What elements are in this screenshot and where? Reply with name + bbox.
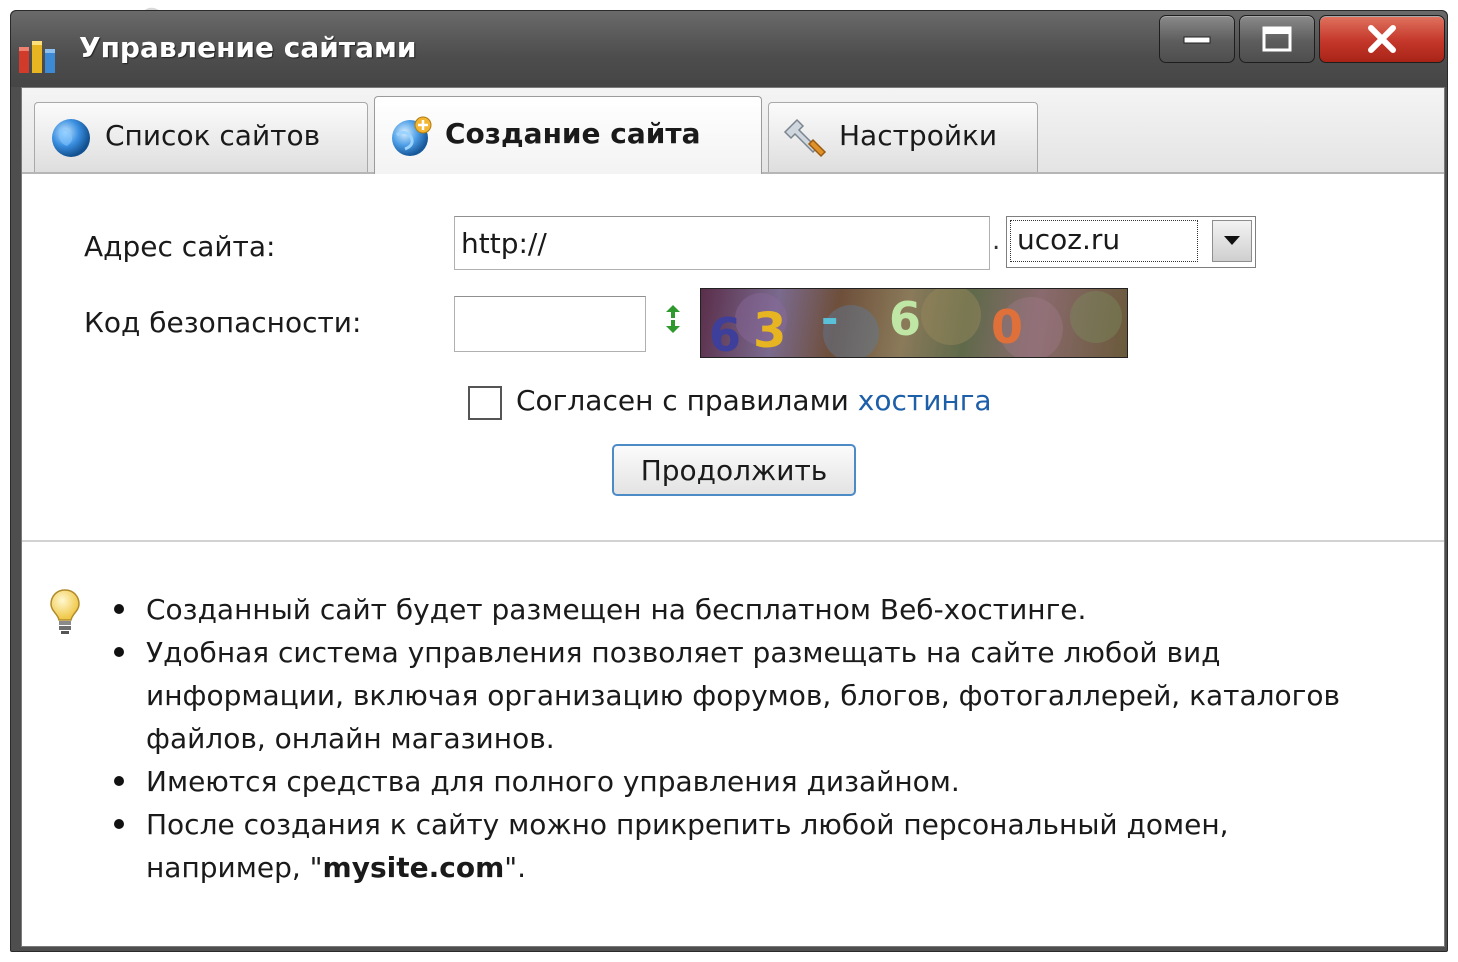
info-item-custom-domain-suffix: ". bbox=[504, 851, 527, 884]
title-bar[interactable]: Управление сайтами bbox=[11, 11, 1447, 87]
info-item-cms-features: Удобная система управления позволяет раз… bbox=[110, 631, 1350, 760]
info-item-custom-domain-prefix: После создания к сайту можно прикрепить … bbox=[146, 808, 1229, 884]
svg-text:0: 0 bbox=[991, 300, 1023, 354]
agree-label: Согласен с правилами хостинга bbox=[516, 384, 992, 417]
tab-settings-label: Настройки bbox=[839, 119, 998, 152]
info-item-design-control: Имеются средства для полного управления … bbox=[110, 760, 1350, 803]
maximize-button[interactable] bbox=[1239, 15, 1315, 63]
site-manager-window: Управление сайтами Список сайтов Создани… bbox=[10, 10, 1448, 952]
captcha-glyphs: 6 3 - 6 0 bbox=[709, 289, 1122, 358]
captcha-image: 6 3 - 6 0 bbox=[700, 288, 1128, 358]
domain-separator: . bbox=[992, 226, 1001, 256]
agree-label-text: Согласен с правилами bbox=[516, 384, 849, 417]
tab-site-list[interactable]: Список сайтов bbox=[34, 102, 368, 172]
section-divider bbox=[22, 540, 1444, 542]
refresh-icon[interactable] bbox=[658, 302, 688, 336]
agree-checkbox[interactable] bbox=[468, 386, 502, 420]
svg-text:6: 6 bbox=[709, 308, 741, 358]
close-button[interactable] bbox=[1319, 15, 1445, 63]
domain-select[interactable]: ucoz.ru bbox=[1006, 216, 1256, 268]
wrench-icon bbox=[783, 118, 827, 158]
maximize-icon bbox=[1262, 26, 1292, 52]
globe-icon bbox=[52, 119, 90, 157]
window-client-area: Список сайтов Создание сайта Настройки А… bbox=[21, 87, 1445, 947]
tab-strip: Список сайтов Создание сайта Настройки bbox=[22, 88, 1444, 174]
close-icon bbox=[1368, 25, 1396, 53]
tab-site-list-label: Список сайтов bbox=[105, 119, 321, 152]
security-code-label: Код безопасности: bbox=[84, 306, 362, 339]
security-code-input[interactable] bbox=[454, 296, 646, 352]
svg-text:6: 6 bbox=[889, 292, 921, 346]
app-icon bbox=[19, 41, 55, 73]
chevron-down-icon bbox=[1224, 236, 1240, 245]
address-label: Адрес сайта: bbox=[84, 230, 276, 263]
globe-plus-icon bbox=[392, 116, 432, 156]
site-address-input[interactable] bbox=[454, 216, 990, 270]
tab-settings[interactable]: Настройки bbox=[768, 102, 1038, 172]
info-list: Созданный сайт будет размещен на бесплат… bbox=[110, 588, 1350, 889]
domain-dropdown-button[interactable] bbox=[1212, 220, 1252, 262]
info-item-custom-domain: После создания к сайту можно прикрепить … bbox=[110, 803, 1350, 889]
hosting-rules-link[interactable]: хостинга bbox=[858, 384, 992, 417]
tab-create-site-label: Создание сайта bbox=[445, 117, 701, 150]
tab-create-site[interactable]: Создание сайта bbox=[374, 96, 762, 174]
domain-select-value: ucoz.ru bbox=[1010, 220, 1198, 262]
svg-text:-: - bbox=[821, 294, 838, 343]
minimize-icon bbox=[1183, 36, 1211, 44]
minimize-button[interactable] bbox=[1159, 15, 1235, 63]
example-domain: mysite.com bbox=[322, 851, 505, 884]
lightbulb-icon bbox=[50, 589, 80, 634]
info-item-free-hosting: Созданный сайт будет размещен на бесплат… bbox=[110, 588, 1350, 631]
continue-button[interactable]: Продолжить bbox=[612, 444, 856, 496]
window-title: Управление сайтами bbox=[79, 31, 417, 64]
svg-text:3: 3 bbox=[753, 303, 786, 358]
